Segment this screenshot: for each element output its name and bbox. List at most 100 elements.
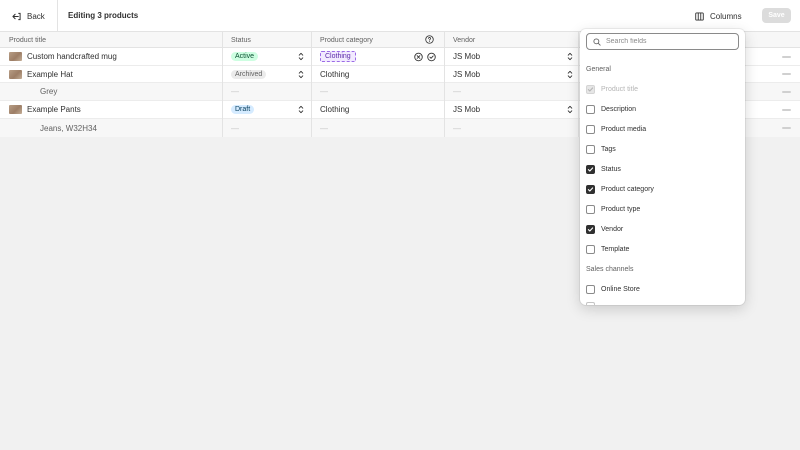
columns-label: Columns: [710, 11, 742, 21]
checkbox-partial[interactable]: [586, 302, 595, 305]
empty-dash: —: [320, 87, 328, 96]
column-divider: [222, 32, 223, 137]
column-option-label: Product title: [601, 85, 638, 93]
column-option-description[interactable]: Description: [586, 103, 636, 115]
cancel-edit-icon[interactable]: [414, 52, 423, 61]
product-thumbnail: [9, 52, 22, 61]
back-button[interactable]: Back: [6, 8, 51, 24]
category-editing-chip: Clothing: [320, 51, 356, 62]
row-handle[interactable]: [782, 127, 791, 129]
product-title-cell[interactable]: Example Hat: [0, 66, 222, 82]
column-option-product-category[interactable]: Product category: [586, 183, 654, 195]
back-label: Back: [27, 11, 45, 21]
category-cell-editing[interactable]: Clothing: [311, 48, 444, 65]
variant-title-cell[interactable]: Jeans, W32H34: [0, 119, 222, 137]
help-icon[interactable]: [425, 35, 434, 44]
category-text: Clothing: [320, 105, 350, 114]
columns-button[interactable]: Columns: [692, 8, 745, 24]
category-cell[interactable]: Clothing: [311, 66, 444, 82]
topbar-divider: [57, 0, 58, 32]
column-option-label: Product type: [601, 205, 641, 213]
column-option-label: Tags: [601, 145, 616, 153]
vendor-cell[interactable]: JS Mob: [444, 101, 578, 118]
checkbox[interactable]: [586, 104, 595, 114]
column-option-label: Product category: [601, 185, 654, 193]
row-handle[interactable]: [782, 109, 791, 111]
vendor-cell[interactable]: JS Mob: [444, 66, 578, 82]
status-badge: Archived: [231, 69, 267, 79]
product-title-text: Example Pants: [27, 105, 81, 114]
row-handle[interactable]: [782, 91, 791, 93]
column-option-product-media[interactable]: Product media: [586, 123, 646, 135]
row-handle[interactable]: [782, 56, 791, 58]
header-product-category-label: Product category: [320, 36, 373, 44]
vendor-text: JS Mob: [453, 52, 481, 61]
row-handle[interactable]: [782, 73, 791, 75]
vendor-cell-empty: —: [444, 119, 578, 137]
checkbox[interactable]: [586, 204, 595, 214]
status-chevron-icon[interactable]: [297, 52, 304, 62]
checkbox-checked[interactable]: [586, 184, 595, 194]
status-badge: Active: [231, 52, 259, 61]
column-option-label: Online Store: [601, 285, 640, 293]
vendor-text: JS Mob: [453, 69, 481, 79]
column-divider: [311, 32, 312, 137]
search-input[interactable]: [606, 38, 731, 45]
column-divider: [578, 32, 579, 137]
page-title: Editing 3 products: [68, 11, 139, 20]
top-bar: Back Editing 3 products Columns Save: [0, 0, 800, 32]
vendor-text: JS Mob: [453, 105, 481, 114]
column-option-label: Description: [601, 105, 637, 113]
product-title-cell[interactable]: Custom handcrafted mug: [0, 48, 222, 65]
column-option-label: Status: [601, 165, 621, 173]
checkbox[interactable]: [586, 244, 595, 254]
product-thumbnail: [9, 69, 22, 79]
status-cell-empty: —: [222, 119, 311, 137]
search-field[interactable]: [586, 33, 739, 50]
column-option-label: Template: [601, 245, 630, 253]
checkbox-checked[interactable]: [586, 164, 595, 174]
column-option-product-title: Product title: [586, 83, 638, 95]
column-option-product-type[interactable]: Product type: [586, 203, 640, 215]
column-option-vendor[interactable]: Vendor: [586, 223, 623, 235]
column-option-online-store[interactable]: Online Store: [586, 283, 640, 295]
checkbox[interactable]: [586, 284, 595, 294]
section-label-sales-channels: Sales channels: [586, 266, 634, 273]
empty-dash: —: [231, 123, 239, 133]
header-vendor: Vendor: [453, 36, 476, 44]
checkbox[interactable]: [586, 124, 595, 134]
category-cell-empty: —: [311, 119, 444, 137]
column-option-label: Product media: [601, 125, 647, 133]
category-cell-empty: —: [311, 83, 444, 100]
product-thumbnail: [9, 105, 22, 114]
empty-dash: —: [453, 87, 461, 96]
vendor-chevron-icon[interactable]: [566, 52, 573, 62]
vendor-cell[interactable]: JS Mob: [444, 48, 578, 65]
product-title-text: Custom handcrafted mug: [27, 52, 117, 61]
column-option-label: Vendor: [601, 225, 624, 233]
status-chevron-icon[interactable]: [297, 69, 304, 79]
column-option-tags[interactable]: Tags: [586, 143, 616, 155]
vendor-chevron-icon[interactable]: [566, 69, 573, 79]
category-cell[interactable]: Clothing: [311, 101, 444, 118]
status-badge: Draft: [231, 105, 255, 114]
checkbox-checked-disabled: [586, 84, 595, 94]
section-label-general: General: [586, 66, 611, 73]
column-option-status[interactable]: Status: [586, 163, 621, 175]
back-arrow-icon: [12, 12, 21, 21]
confirm-edit-icon[interactable]: [427, 52, 436, 61]
variant-title-cell[interactable]: Grey: [0, 83, 222, 100]
product-title-text: Example Hat: [27, 69, 73, 79]
empty-dash: —: [320, 123, 328, 133]
status-cell-empty: —: [222, 83, 311, 100]
product-title-cell[interactable]: Example Pants: [0, 101, 222, 118]
status-chevron-icon[interactable]: [297, 105, 304, 115]
column-divider: [444, 32, 445, 137]
column-option-template[interactable]: Template: [586, 243, 629, 255]
save-button[interactable]: Save: [762, 8, 791, 23]
columns-popover: General Product title Description Produc…: [580, 29, 745, 305]
vendor-chevron-icon[interactable]: [566, 105, 573, 115]
checkbox[interactable]: [586, 144, 595, 154]
checkbox-checked[interactable]: [586, 224, 595, 234]
search-icon: [593, 37, 601, 46]
